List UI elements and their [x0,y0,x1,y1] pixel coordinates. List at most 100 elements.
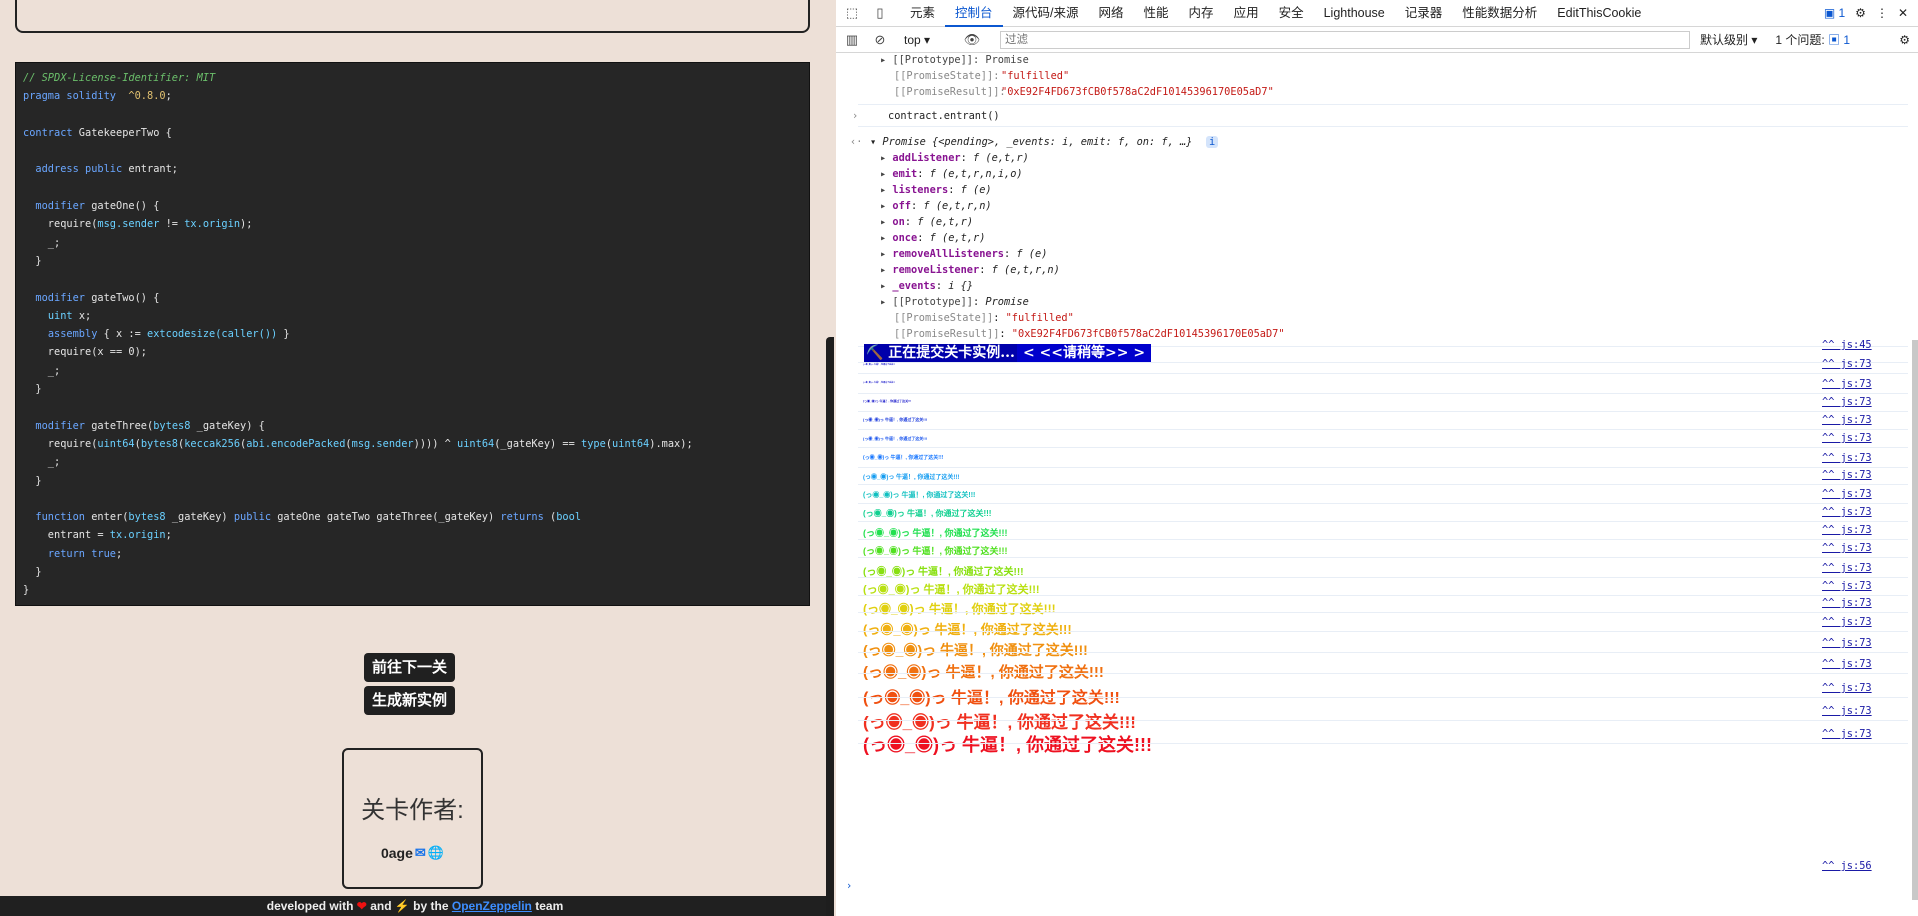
success-message: (っ◉_◉)っ 牛逼！, 你通过了这关!!! [863,455,944,461]
code-line: _; [23,364,61,377]
source-link[interactable]: ^^ js:45 [1822,339,1872,351]
code-line: uint x; [47,309,92,322]
console-settings-icon[interactable]: ⚙ [1899,33,1918,47]
source-link[interactable]: ^^ js:73 [1822,597,1872,609]
more-menu-icon[interactable]: ⋮ [1876,6,1888,20]
log-level-select[interactable]: 默认级别 ▾ [1700,31,1757,48]
devtools-tab[interactable]: 应用 [1224,0,1269,27]
devtools-panel: ⬚ ▯ 元素 控制台 源代码/来源 网络 性能 内存 应用 安全 Lighthouse 记录器 性能… [836,0,1918,916]
lightning-icon: ⚡ [394,899,410,913]
contract-source-code: // SPDX-License-Identifier: MIT pragma so… [15,62,810,606]
success-message: (っ◉_◉)っ 牛逼！, 你通过了这关!!! [863,602,1056,616]
console-scrollbar[interactable] [1912,340,1918,900]
source-link[interactable]: ^^ js:73 [1822,452,1872,464]
success-message: (っ◉_◉)っ 牛逼！, 你通过了这关!!! [863,690,1120,707]
email-icon[interactable]: ✉ [415,845,426,861]
author-title: 关卡作者: [361,797,464,824]
source-link[interactable]: ^^ js:73 [1822,616,1872,628]
author-name-row: 0age ✉ 🌐 [344,845,481,861]
page-footer: developed with ❤ and ⚡ by the OpenZeppel… [0,896,830,916]
console-filter-input[interactable] [1000,30,1690,49]
source-link[interactable]: ^^ js:73 [1822,682,1872,694]
devtools-tab[interactable]: 控制台 [945,0,1003,27]
code-line: } [23,254,42,267]
success-message: (っ◉_◉)っ 牛逼！, 你通过了这关!!! [863,492,976,499]
success-message: (っ◉_◉)っ 牛逼！, 你通过了这关!!! [863,622,1072,637]
settings-gear-icon[interactable]: ⚙ [1855,6,1866,20]
success-message: (っ◉_◉)っ 牛逼！, 你通过了这关!!! [863,546,1008,556]
devtools-tab[interactable]: 内存 [1179,0,1224,27]
success-message: (っ◉_◉)っ 牛逼！, 你通过了这关!!! [863,642,1088,658]
success-message: (っ◉_◉)っ 牛逼！, 你通过了这关!!! [863,399,912,403]
source-link[interactable]: ^^ js:73 [1822,705,1872,717]
code-line: // SPDX-License-Identifier: MIT [23,72,216,84]
success-message: (っ◉_◉)っ 牛逼！, 你通过了这关!!! [863,475,960,481]
issues-badge[interactable]: ▣ 1 [1824,6,1845,20]
devtools-tab[interactable]: 性能 [1134,0,1179,27]
openzeppelin-link[interactable]: OpenZeppelin [452,899,532,913]
submit-instance-message: ⛏️ 正在提交关卡实例... < <<请稍等>> > [864,342,1152,362]
next-level-button[interactable]: 前往下一关 [364,653,456,682]
success-message: (っ◉_◉)っ 牛逼！, 你通过了这关!!! [863,509,992,518]
source-link[interactable]: ^^ js:73 [1822,358,1872,370]
code-line: } [23,474,42,487]
clear-console-icon[interactable]: ⊘ [872,32,888,48]
sidebar-toggle-icon[interactable]: ▥ [844,32,860,48]
devtools-tab[interactable]: 性能数据分析 [1452,0,1547,27]
close-devtools-icon[interactable]: ✕ [1898,6,1908,20]
code-line: modifier gateOne() { [35,200,160,213]
source-link[interactable]: ^^ js:73 [1822,637,1872,649]
devtools-tabbar: ⬚ ▯ 元素 控制台 源代码/来源 网络 性能 内存 应用 安全 Lighthouse 记录器 性能… [836,0,1918,27]
source-link[interactable]: ^^ js:73 [1822,506,1872,518]
source-link[interactable]: ^^ js:73 [1822,432,1872,444]
source-link[interactable]: ^^ js:73 [1822,414,1872,426]
success-message: (っ◉_◉)っ 牛逼！, 你通过了这关!!! [863,417,928,422]
footer-text-post: team [535,899,564,913]
success-message: (っ◉_◉)っ 牛逼！, 你通过了这关!!! [863,735,1152,755]
source-link[interactable]: ^^ js:73 [1822,378,1872,390]
code-line: require(msg.sender != tx.origin); [23,218,253,231]
inspect-element-icon[interactable]: ⬚ [844,5,860,21]
code-line: } [23,584,30,597]
devtools-tab[interactable]: 安全 [1269,0,1314,27]
context-select[interactable]: top ▾ [904,33,964,47]
source-link[interactable]: ^^ js:73 [1822,658,1872,670]
devtools-tab[interactable]: EditThisCookie [1547,0,1651,27]
issues-count[interactable]: 1 个问题: ▣ 1 [1775,31,1850,48]
globe-icon[interactable]: 🌐 [428,845,444,861]
code-line: assembly { x := extcodesize(caller()) } [47,328,290,341]
source-link[interactable]: ^^ js:73 [1822,542,1872,554]
code-line: modifier gateThree(bytes8 _gateKey) { [35,419,265,432]
source-link[interactable]: ^^ js:73 [1822,728,1872,740]
success-message: (っ◉_◉)っ 牛逼！, 你通过了这关!!! [863,567,1024,578]
page-scrollbar-thumb[interactable] [826,337,834,916]
devtools-tab[interactable]: 源代码/来源 [1003,0,1089,27]
source-link[interactable]: ^^ js:73 [1822,469,1872,481]
source-link[interactable]: ^^ js:56 [1822,860,1872,872]
footer-text: developed with [266,899,354,913]
device-toolbar-icon[interactable]: ▯ [872,5,888,21]
footer-text-and: and [370,899,392,913]
devtools-tab[interactable]: 网络 [1089,0,1134,27]
console-toolbar: ▥ ⊘ top ▾ 👁 默认级别 ▾ 1 个问题: ▣ 1 ⚙ [836,27,1918,53]
code-line: return true; [47,547,123,560]
source-link[interactable]: ^^ js:73 [1822,580,1872,592]
code-line: _; [23,236,61,249]
level-description-box [15,0,810,33]
console-prompt[interactable]: › [846,880,1918,892]
source-link[interactable]: ^^ js:73 [1822,524,1872,536]
devtools-tab[interactable]: 元素 [900,0,945,27]
success-message: (っ◉_◉)っ 牛逼！, 你通过了这关!!! [863,364,896,366]
devtools-tab[interactable]: 记录器 [1395,0,1453,27]
devtools-tab[interactable]: Lighthouse [1314,0,1395,27]
source-link[interactable]: ^^ js:73 [1822,488,1872,500]
source-link[interactable]: ^^ js:73 [1822,562,1872,574]
live-expression-eye-icon[interactable]: 👁 [964,32,981,48]
source-link[interactable]: ^^ js:73 [1822,396,1872,408]
new-instance-button[interactable]: 生成新实例 [364,686,456,715]
heart-icon: ❤ [356,899,367,913]
